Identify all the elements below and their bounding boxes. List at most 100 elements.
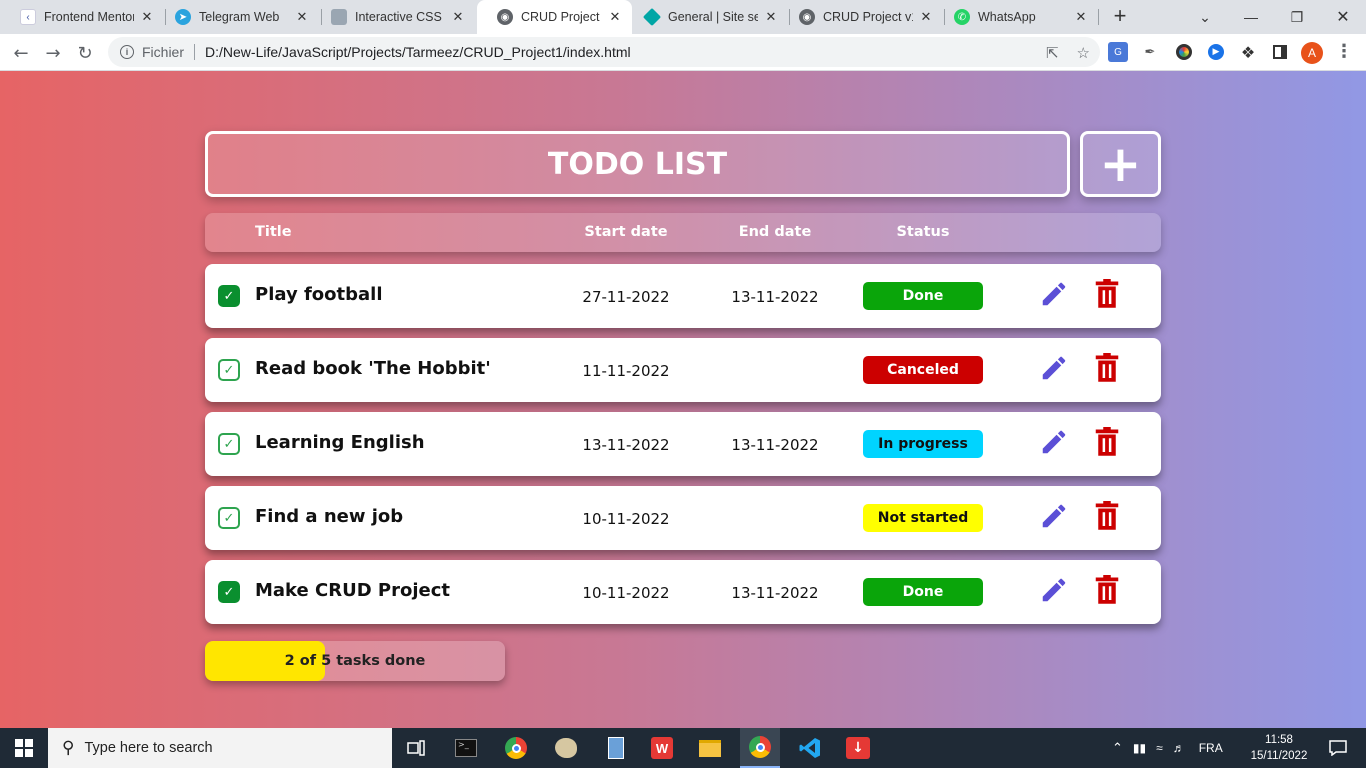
task-end-date: 13-11-2022: [731, 288, 819, 306]
tab-label: CRUD Project v1.: [823, 10, 913, 24]
file-explorer-icon[interactable]: [690, 733, 730, 763]
header-status: Status: [896, 224, 950, 240]
task-start-date: 13-11-2022: [582, 436, 670, 454]
table-row: ✓ Read book 'The Hobbit' 11-11-2022 Cancele…: [205, 338, 1161, 402]
side-panel-icon[interactable]: [1270, 42, 1290, 62]
clock-time: 11:58: [1265, 734, 1293, 746]
menu-kebab-icon[interactable]: ⋮: [1335, 40, 1353, 64]
task-done-checkbox[interactable]: ✓: [218, 507, 240, 529]
windows-taskbar: ⚲ Type here to search >_ W ↓ ⌃ ▮▮ ≈ ♬ FR…: [0, 728, 1366, 768]
forward-arrow-icon[interactable]: →: [40, 40, 66, 66]
new-tab-button[interactable]: +: [1109, 5, 1131, 29]
share-icon[interactable]: ⇱: [1046, 44, 1059, 62]
chrome-profile-icon[interactable]: [740, 728, 780, 768]
task-start-date: 11-11-2022: [582, 362, 670, 380]
browser-toolbar: ← → ↻ i Fichier D:/New-Life/JavaScript/P…: [0, 34, 1366, 71]
minimize-button[interactable]: —: [1228, 0, 1274, 34]
task-done-checkbox[interactable]: ✓: [218, 359, 240, 381]
browser-tab[interactable]: Interactive CSS G ✕: [311, 0, 475, 34]
globe-icon: ◉: [799, 9, 815, 25]
restore-button[interactable]: ❐: [1274, 0, 1320, 34]
close-window-button[interactable]: ✕: [1320, 0, 1366, 34]
cube-icon: [331, 9, 347, 25]
browser-tab[interactable]: ➤ Telegram Web ✕: [155, 0, 319, 34]
todo-app-page: TODO LIST + Title Start date End date St…: [0, 71, 1366, 728]
edit-pencil-icon[interactable]: [1039, 427, 1069, 457]
close-icon[interactable]: ✕: [140, 9, 154, 25]
volume-icon[interactable]: ♬: [1173, 741, 1185, 755]
translate-extension-icon[interactable]: G: [1108, 42, 1128, 62]
close-icon[interactable]: ✕: [764, 9, 778, 25]
wifi-icon[interactable]: ≈: [1156, 741, 1163, 755]
language-indicator[interactable]: FRA: [1199, 741, 1223, 755]
delete-trash-icon[interactable]: [1094, 279, 1120, 309]
taskbar-search-input[interactable]: ⚲ Type here to search: [48, 728, 392, 768]
paint-icon[interactable]: [546, 733, 586, 763]
edit-pencil-icon[interactable]: [1039, 279, 1069, 309]
browser-tab[interactable]: General | Site set ✕: [624, 0, 788, 34]
close-icon[interactable]: ✕: [608, 9, 622, 25]
close-icon[interactable]: ✕: [295, 9, 309, 25]
download-icon[interactable]: ↓: [838, 733, 878, 763]
task-end-date: 13-11-2022: [731, 436, 819, 454]
delete-trash-icon[interactable]: [1094, 353, 1120, 383]
tab-label: Frontend Mentor: [44, 10, 134, 24]
chevron-up-icon[interactable]: ⌃: [1112, 740, 1123, 756]
frontend-mentor-icon: ‹: [20, 9, 36, 25]
status-badge: Not started: [863, 504, 983, 532]
pen-extension-icon[interactable]: ✒: [1140, 42, 1160, 62]
tab-label: CRUD Project v1.: [521, 10, 602, 24]
delete-trash-icon[interactable]: [1094, 575, 1120, 605]
reload-icon[interactable]: ↻: [72, 40, 98, 66]
task-view-icon[interactable]: [396, 733, 436, 763]
close-icon[interactable]: ✕: [919, 9, 933, 25]
header-end-date: End date: [738, 224, 812, 240]
task-start-date: 10-11-2022: [582, 510, 670, 528]
edit-pencil-icon[interactable]: [1039, 575, 1069, 605]
battery-icon[interactable]: ▮▮: [1133, 741, 1146, 755]
browser-tab[interactable]: ◉ CRUD Project v1. ✕: [779, 0, 943, 34]
wps-icon[interactable]: W: [642, 733, 682, 763]
close-icon[interactable]: ✕: [1074, 9, 1088, 25]
address-bar[interactable]: i Fichier D:/New-Life/JavaScript/Project…: [108, 37, 1100, 67]
clock[interactable]: 11:58 15/11/2022: [1244, 732, 1314, 764]
delete-trash-icon[interactable]: [1094, 427, 1120, 457]
bookmark-star-icon[interactable]: ☆: [1077, 44, 1090, 62]
puzzle-extensions-icon[interactable]: ❖: [1238, 42, 1258, 62]
color-picker-extension-icon[interactable]: [1174, 42, 1194, 62]
task-done-checkbox[interactable]: ✓: [218, 285, 240, 307]
vscode-icon[interactable]: [790, 733, 830, 763]
chrome-icon[interactable]: [496, 733, 536, 763]
add-task-button[interactable]: +: [1080, 131, 1161, 197]
task-done-checkbox[interactable]: ✓: [218, 581, 240, 603]
browser-tab[interactable]: ✆ WhatsApp ✕: [934, 0, 1098, 34]
close-icon[interactable]: ✕: [451, 9, 465, 25]
scheme-label: Fichier: [142, 44, 185, 60]
back-arrow-icon[interactable]: ←: [8, 40, 34, 66]
browser-tab[interactable]: ‹ Frontend Mentor ✕: [0, 0, 164, 34]
delete-trash-icon[interactable]: [1094, 501, 1120, 531]
header-start-date: Start date: [584, 224, 668, 240]
task-title: Read book 'The Hobbit': [255, 358, 491, 379]
notifications-icon[interactable]: [1318, 733, 1358, 763]
edit-pencil-icon[interactable]: [1039, 501, 1069, 531]
tab-search-icon[interactable]: ⌄: [1182, 0, 1228, 34]
search-placeholder: Type here to search: [84, 740, 213, 756]
video-extension-icon[interactable]: ▶: [1206, 42, 1226, 62]
tab-label: General | Site set: [668, 10, 758, 24]
profile-avatar[interactable]: A: [1301, 42, 1323, 64]
status-badge: In progress: [863, 430, 983, 458]
url-text: D:/New-Life/JavaScript/Projects/Tarmeez/…: [205, 44, 631, 60]
status-badge: Done: [863, 578, 983, 606]
globe-icon: ◉: [497, 9, 513, 25]
terminal-icon[interactable]: >_: [446, 733, 486, 763]
task-done-checkbox[interactable]: ✓: [218, 433, 240, 455]
calculator-icon[interactable]: [596, 733, 636, 763]
windows-start-icon[interactable]: [0, 728, 48, 768]
status-badge: Done: [863, 282, 983, 310]
edit-pencil-icon[interactable]: [1039, 353, 1069, 383]
info-icon[interactable]: i: [120, 45, 134, 59]
browser-tab-active[interactable]: ◉ CRUD Project v1. ✕: [477, 0, 632, 34]
progress-text: 2 of 5 tasks done: [284, 653, 426, 669]
clock-date: 15/11/2022: [1250, 750, 1308, 762]
